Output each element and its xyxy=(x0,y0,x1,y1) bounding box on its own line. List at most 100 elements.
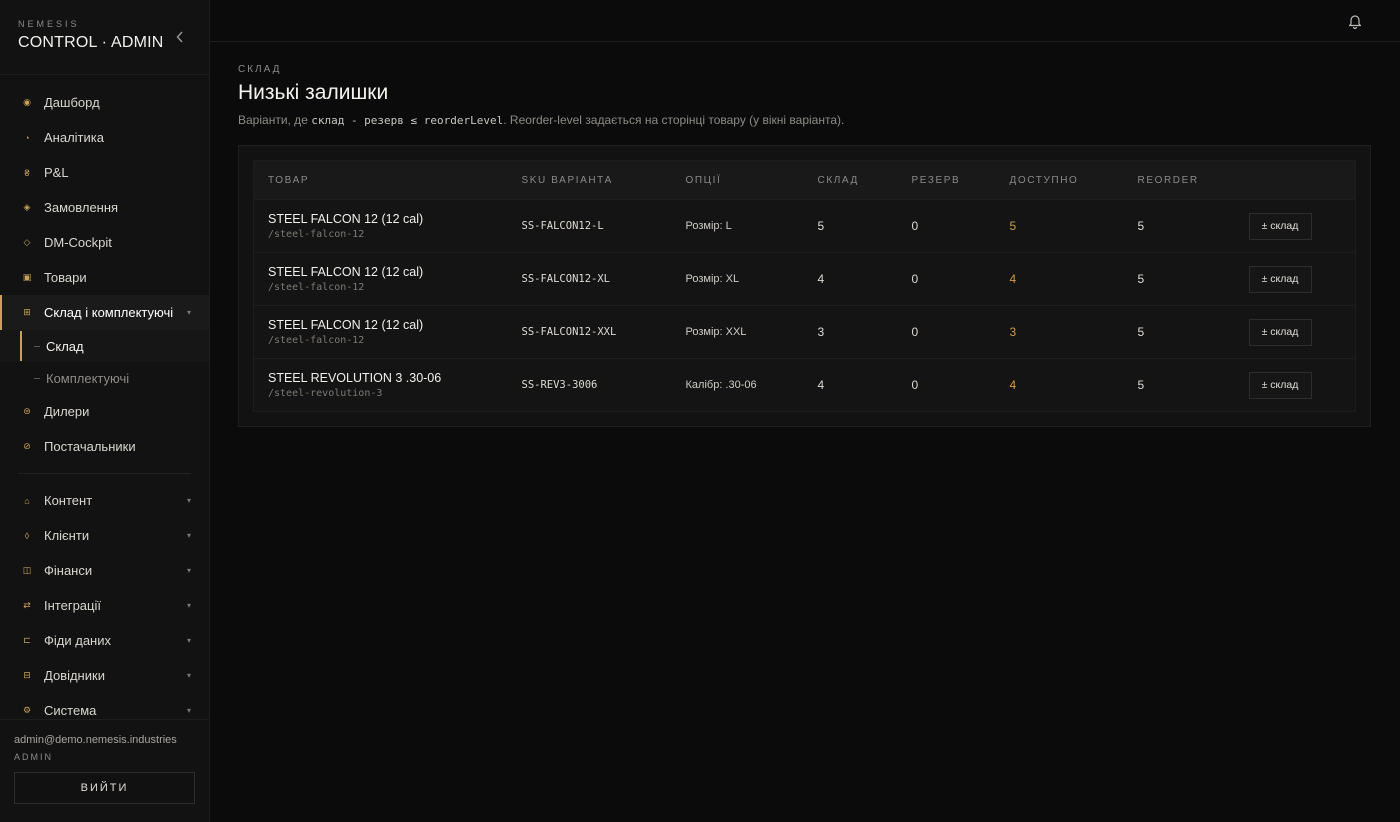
directories-icon: ⊟ xyxy=(23,670,31,680)
sidebar-item-group-3[interactable]: ⇄ Інтеграції ▾ xyxy=(0,588,209,623)
collapse-sidebar-icon[interactable] xyxy=(173,30,187,44)
sidebar-subitem-0[interactable]: Склад xyxy=(0,330,209,362)
chevron-down-icon: ▾ xyxy=(186,308,191,317)
chevron-down-icon: ▾ xyxy=(186,671,191,680)
page-eyebrow: СКЛАД xyxy=(238,64,282,75)
nav-divider xyxy=(18,473,191,474)
product-slug: /steel-falcon-12 xyxy=(268,282,365,293)
page-title: Низькі залишки xyxy=(238,81,389,104)
clients-icon: ◊ xyxy=(24,530,30,541)
chevron-down-icon: ▾ xyxy=(186,706,191,715)
product-name[interactable]: STEEL FALCON 12 (12 cal) xyxy=(268,265,508,279)
sidebar-item-primary-3[interactable]: ◈ Замовлення xyxy=(0,190,209,225)
page-description: Варіанти, де склад - резерв ≤ reorderLev… xyxy=(238,113,1372,127)
adjust-stock-button[interactable]: ± склад xyxy=(1248,371,1312,399)
cockpit-icon: ◇ xyxy=(23,237,31,247)
product-slug: /steel-revolution-3 xyxy=(268,388,383,399)
product-slug: /steel-falcon-12 xyxy=(268,229,365,240)
sidebar-item-label: Товари xyxy=(44,270,87,285)
table-row: STEEL FALCON 12 (12 cal) /steel-falcon-12… xyxy=(253,199,1356,253)
desc-prefix: Варіанти, де xyxy=(238,113,312,127)
sidebar-item-after-1[interactable]: ⊘ Постачальники xyxy=(0,429,209,464)
sidebar-item-label: Клієнти xyxy=(44,528,90,543)
col-available: ДОСТУПНО xyxy=(1009,174,1079,186)
topbar xyxy=(210,0,1400,42)
cell-options: Розмір: L xyxy=(685,220,732,232)
orders-icon: ◈ xyxy=(23,202,31,212)
sidebar-item-label: Контент xyxy=(44,493,93,508)
cell-product: STEEL FALCON 12 (12 cal) /steel-falcon-12 xyxy=(254,200,508,253)
sidebar-item-primary-0[interactable]: ◉ Дашборд xyxy=(0,85,209,120)
sidebar-item-label: DM-Cockpit xyxy=(44,235,112,250)
cell-actions: ± склад xyxy=(1235,306,1356,359)
products-icon: ▣ xyxy=(22,272,32,282)
sidebar-item-after-0[interactable]: ⊜ Дилери xyxy=(0,394,209,429)
main-area: СКЛАД Низькі залишки Варіанти, де склад … xyxy=(210,0,1400,822)
sidebar-item-primary-4[interactable]: ◇ DM-Cockpit xyxy=(0,225,209,260)
cell-sku: SS-FALCON12-XL xyxy=(521,273,611,285)
product-name[interactable]: STEEL FALCON 12 (12 cal) xyxy=(268,318,508,332)
sidebar-item-primary-5[interactable]: ▣ Товари xyxy=(0,260,209,295)
sidebar-item-label: Фінанси xyxy=(44,563,93,578)
notifications-bell-icon[interactable] xyxy=(1348,13,1362,30)
col-options: ОПЦІЇ xyxy=(685,174,722,186)
system-icon: ⚙ xyxy=(22,705,32,715)
sidebar-footer: admin@demo.nemesis.industries ADMIN ВИЙТ… xyxy=(0,719,209,822)
product-slug: /steel-falcon-12 xyxy=(268,335,365,346)
cell-product: STEEL FALCON 12 (12 cal) /steel-falcon-12 xyxy=(254,306,508,359)
cell-reorder: 5 xyxy=(1137,325,1145,339)
sidebar-item-label: Склад і комплектуючі xyxy=(44,305,174,320)
table-row: STEEL REVOLUTION 3 .30-06/steel-revoluti… xyxy=(253,358,1356,412)
adjust-stock-button[interactable]: ± склад xyxy=(1248,318,1312,346)
cell-actions: ± склад xyxy=(1235,253,1356,306)
cell-actions: ± склад xyxy=(1235,359,1356,412)
sidebar-item-primary-6[interactable]: ⊞ Склад і комплектуючі ▾ xyxy=(0,295,209,330)
cell-options: Калібр: .30-06 xyxy=(685,379,757,391)
sidebar-item-group-5[interactable]: ⊟ Довідники ▾ xyxy=(0,658,209,693)
dashboard-icon: ◉ xyxy=(23,97,31,107)
sidebar-item-primary-2[interactable]: ₴ P&L xyxy=(0,155,209,190)
cell-product: STEEL REVOLUTION 3 .30-06/steel-revoluti… xyxy=(254,359,508,412)
sidebar-item-group-6[interactable]: ⚙ Система ▾ xyxy=(0,693,209,719)
low-stock-panel: ТОВАР SKU ВАРІАНТА ОПЦІЇ СКЛАД РЕЗЕРВ ДО… xyxy=(238,145,1371,427)
sidebar-subitem-1[interactable]: Комплектуючі xyxy=(0,362,209,394)
cell-sku: SS-FALCON12-L xyxy=(521,220,604,232)
sidebar-item-label: Аналітика xyxy=(44,130,104,145)
sidebar-item-label: Довідники xyxy=(44,668,105,683)
product-name[interactable]: STEEL FALCON 12 (12 cal) xyxy=(268,212,508,226)
cell-options: Розмір: XXL xyxy=(685,326,747,338)
brand: NEMESIS CONTROL · ADMIN xyxy=(0,0,209,75)
pnl-icon: ₴ xyxy=(24,167,30,178)
cell-reorder: 5 xyxy=(1137,219,1145,233)
desc-suffix: . Reorder-level задається на сторінці то… xyxy=(503,113,845,127)
logout-button[interactable]: ВИЙТИ xyxy=(14,772,195,804)
sidebar-nav: ◉ Дашборд ◔ Аналітика ₴ P&L ◈ Замовлення ◇ DM-Coc… xyxy=(0,75,209,719)
sidebar-item-group-4[interactable]: ⊏ Фіди даних ▾ xyxy=(0,623,209,658)
sidebar-item-group-2[interactable]: ◫ Фінанси ▾ xyxy=(0,553,209,588)
sidebar: NEMESIS CONTROL · ADMIN ◉ Дашборд ◔ Аналіти… xyxy=(0,0,210,822)
integrations-icon: ⇄ xyxy=(23,600,31,610)
cell-reserve: 0 xyxy=(911,272,919,286)
cell-reserve: 0 xyxy=(911,378,919,392)
chevron-down-icon: ▾ xyxy=(186,636,191,645)
sidebar-item-label: Система xyxy=(44,703,97,718)
sidebar-item-label: Дашборд xyxy=(44,95,100,110)
product-name[interactable]: STEEL REVOLUTION 3 .30-06 xyxy=(268,371,508,385)
sidebar-item-group-0[interactable]: ⌂ Контент ▾ xyxy=(0,483,209,518)
sidebar-item-group-1[interactable]: ◊ Клієнти ▾ xyxy=(0,518,209,553)
adjust-stock-button[interactable]: ± склад xyxy=(1248,212,1312,240)
brand-eyebrow: NEMESIS xyxy=(18,19,80,29)
adjust-stock-button[interactable]: ± склад xyxy=(1248,265,1312,293)
cell-available: 3 xyxy=(1009,325,1017,339)
sidebar-item-label: Постачальники xyxy=(44,439,136,454)
cell-available: 4 xyxy=(1009,378,1017,392)
tree-dash-icon xyxy=(34,377,40,379)
sidebar-item-label: Дилери xyxy=(44,404,90,419)
col-sku: SKU ВАРІАНТА xyxy=(521,174,613,186)
sidebar-item-primary-1[interactable]: ◔ Аналітика xyxy=(0,120,209,155)
desc-formula: склад - резерв ≤ reorderLevel xyxy=(311,114,504,127)
sidebar-item-label: Інтеграції xyxy=(44,598,101,613)
finance-icon: ◫ xyxy=(22,565,32,575)
content-icon: ⌂ xyxy=(24,495,30,506)
sidebar-subitem-label: Склад xyxy=(46,338,84,354)
